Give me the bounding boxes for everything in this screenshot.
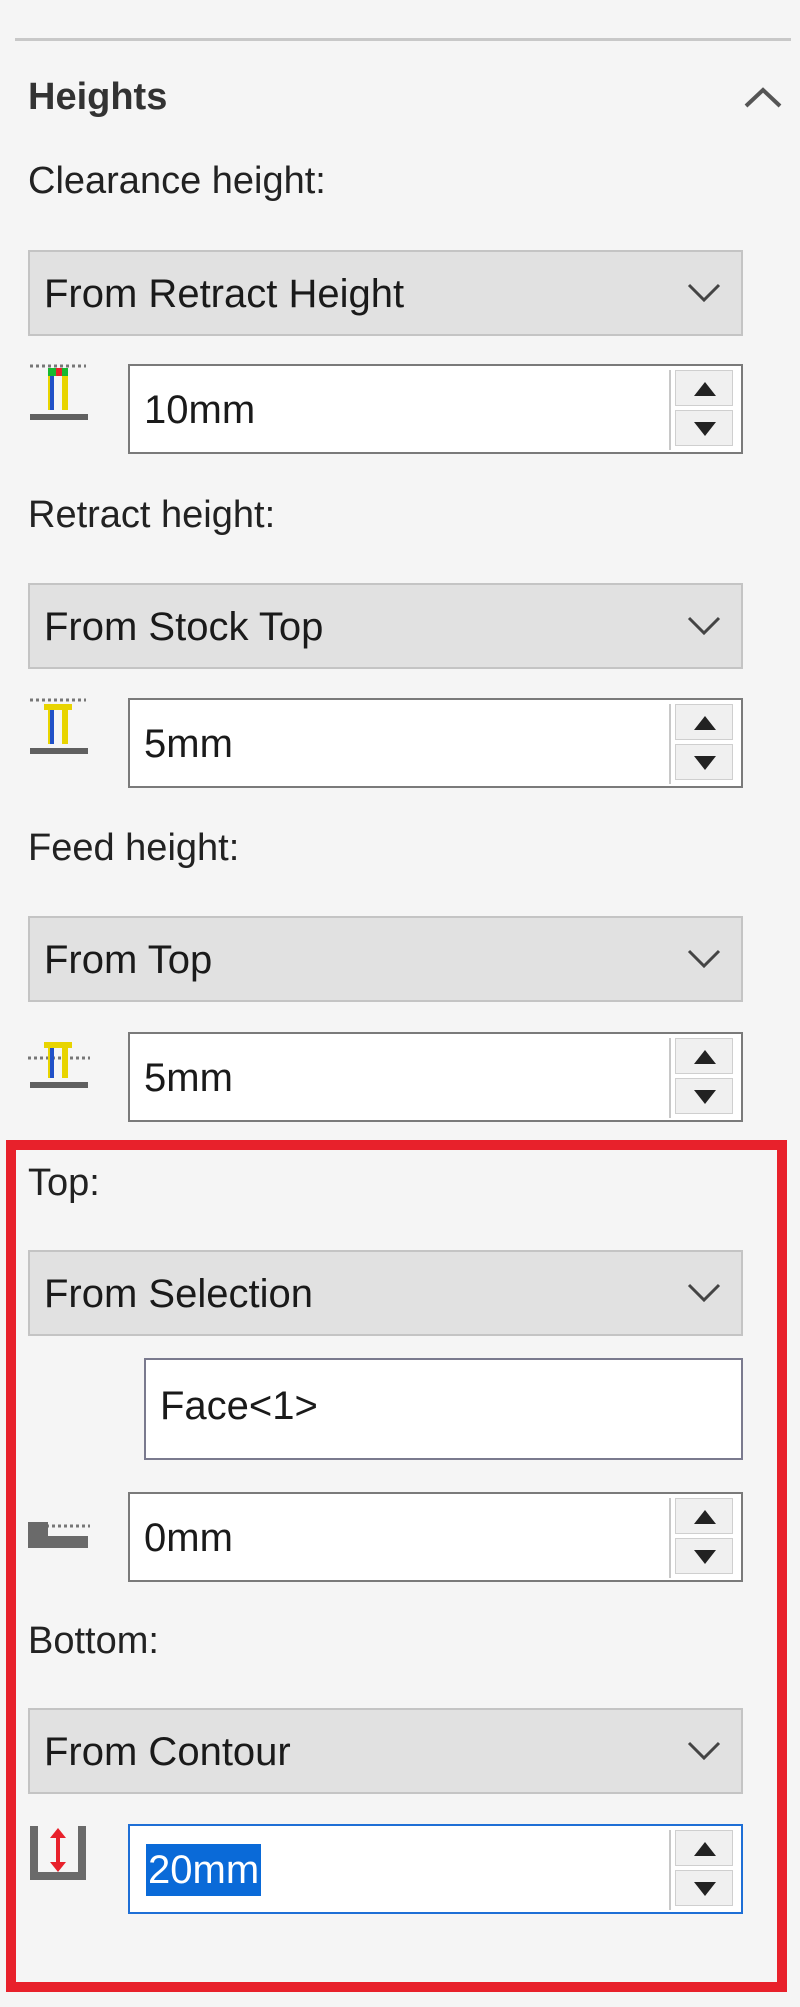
clearance-height-mode: From Retract Height	[44, 272, 405, 316]
clearance-height-spinner	[669, 370, 737, 450]
decrement-button[interactable]	[675, 410, 733, 446]
clearance-height-input[interactable]	[144, 380, 664, 440]
triangle-down-icon	[694, 756, 716, 770]
section-divider	[15, 38, 791, 41]
section-title: Heights	[28, 76, 168, 118]
clearance-height-icon	[30, 364, 88, 420]
feed-height-spinner	[669, 1038, 737, 1118]
highlight-box	[6, 1140, 787, 1992]
triangle-up-icon	[694, 1050, 716, 1064]
retract-height-icon	[30, 698, 88, 754]
retract-height-input[interactable]	[144, 714, 664, 774]
retract-height-spinner	[669, 704, 737, 784]
retract-height-mode: From Stock Top	[44, 605, 324, 649]
retract-height-label: Retract height:	[28, 494, 276, 536]
feed-height-label: Feed height:	[28, 827, 240, 869]
feed-height-icon	[28, 1042, 90, 1088]
chevron-down-icon	[687, 949, 721, 969]
triangle-up-icon	[694, 716, 716, 730]
heights-panel: Heights Clearance height: From Retract H…	[0, 0, 800, 2007]
increment-button[interactable]	[675, 370, 733, 406]
clearance-height-dropdown[interactable]: From Retract Height	[28, 250, 743, 336]
increment-button[interactable]	[675, 1038, 733, 1074]
triangle-up-icon	[694, 382, 716, 396]
feed-height-field[interactable]	[128, 1032, 743, 1122]
feed-height-mode: From Top	[44, 938, 213, 982]
triangle-down-icon	[694, 422, 716, 436]
retract-height-field[interactable]	[128, 698, 743, 788]
chevron-down-icon	[687, 616, 721, 636]
chevron-down-icon	[687, 283, 721, 303]
feed-height-input[interactable]	[144, 1048, 664, 1108]
decrement-button[interactable]	[675, 1078, 733, 1114]
clearance-height-label: Clearance height:	[28, 160, 326, 202]
feed-height-dropdown[interactable]: From Top	[28, 916, 743, 1002]
clearance-height-field[interactable]	[128, 364, 743, 454]
increment-button[interactable]	[675, 704, 733, 740]
triangle-down-icon	[694, 1090, 716, 1104]
decrement-button[interactable]	[675, 744, 733, 780]
retract-height-dropdown[interactable]: From Stock Top	[28, 583, 743, 669]
chevron-up-icon[interactable]	[742, 82, 784, 112]
